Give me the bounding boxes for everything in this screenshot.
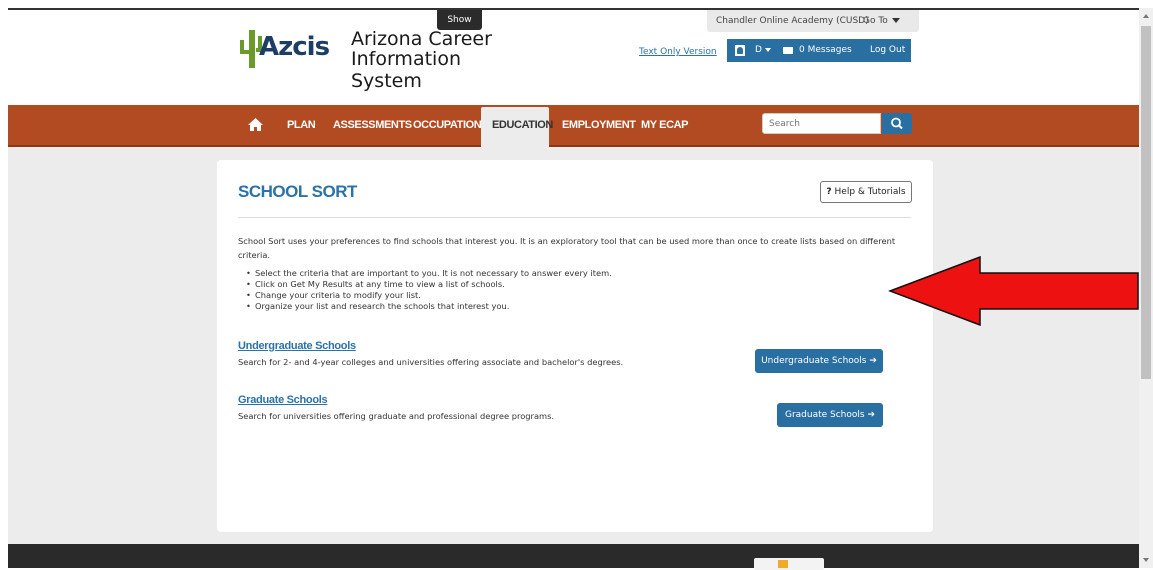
envelope-icon[interactable] bbox=[783, 47, 793, 54]
nav-my-ecap[interactable]: MY ECAP bbox=[641, 119, 689, 131]
user-icon[interactable] bbox=[735, 45, 745, 56]
search-input[interactable] bbox=[762, 113, 881, 134]
instructions-list: Select the criteria that are important t… bbox=[246, 268, 612, 312]
question-icon: ? bbox=[826, 187, 832, 197]
graduate-description: Search for universities offering graduat… bbox=[238, 411, 555, 421]
azcis-logo[interactable]: Azcis Arizona Career Information System bbox=[234, 24, 534, 92]
search-icon bbox=[891, 117, 903, 130]
nav-assessments[interactable]: ASSESSMENTS bbox=[333, 119, 412, 131]
text-only-link[interactable]: Text Only Version bbox=[639, 47, 717, 57]
site-title-line2: Information System bbox=[351, 48, 461, 92]
page-title: SCHOOL SORT bbox=[238, 182, 357, 201]
nav-education-label: EDUCATION bbox=[492, 119, 553, 131]
list-item: Change your criteria to modify your list… bbox=[246, 290, 612, 301]
divider bbox=[238, 217, 911, 218]
search-button[interactable] bbox=[882, 113, 912, 134]
footer-badge bbox=[754, 558, 824, 570]
home-icon[interactable] bbox=[248, 118, 263, 131]
graduate-button[interactable]: Graduate Schools ➔ bbox=[777, 403, 883, 427]
arrow-right-icon: ➔ bbox=[869, 356, 877, 366]
undergrad-description: Search for 2- and 4-year colleges and un… bbox=[238, 357, 624, 367]
scrollbar[interactable] bbox=[1139, 8, 1153, 568]
caret-down-icon bbox=[891, 18, 900, 23]
undergrad-link[interactable]: Undergraduate Schools bbox=[238, 340, 356, 352]
red-arrow-annotation bbox=[888, 256, 1139, 326]
nav-plan[interactable]: PLAN bbox=[287, 119, 316, 131]
logout-button[interactable]: Log Out bbox=[870, 45, 905, 55]
undergrad-button-label: Undergraduate Schools bbox=[761, 356, 867, 366]
scroll-up-icon[interactable] bbox=[1143, 14, 1149, 18]
arrow-right-icon: ➔ bbox=[867, 410, 876, 420]
intro-text: School Sort uses your preferences to fin… bbox=[238, 236, 896, 260]
goto-label: Go To bbox=[863, 16, 888, 26]
main-nav: PLAN ASSESSMENTS OCCUPATIONS EDUCATION E… bbox=[8, 105, 1139, 147]
org-selector[interactable]: Chandler Online Academy (CUSD) Go To bbox=[707, 10, 919, 32]
list-item: Click on Get My Results at any time to v… bbox=[246, 279, 612, 290]
graduate-link[interactable]: Graduate Schools bbox=[238, 394, 328, 406]
graduate-button-label: Graduate Schools bbox=[784, 410, 865, 420]
list-item: Select the criteria that are important t… bbox=[246, 268, 612, 279]
list-item: Organize your list and research the scho… bbox=[246, 301, 612, 312]
nav-education[interactable]: EDUCATION bbox=[481, 107, 553, 147]
help-label: Help & Tutorials bbox=[834, 187, 906, 197]
logo-text: Azcis bbox=[259, 32, 330, 62]
scroll-down-icon[interactable] bbox=[1143, 558, 1149, 562]
goto-dropdown[interactable]: Go To bbox=[863, 10, 900, 32]
help-button[interactable]: ? Help & Tutorials bbox=[820, 181, 912, 203]
nav-occupations[interactable]: OCCUPATIONS bbox=[413, 119, 489, 131]
undergrad-button[interactable]: Undergraduate Schools ➔ bbox=[755, 349, 883, 373]
messages-link[interactable]: 0 Messages bbox=[799, 45, 852, 55]
school-sort-card: SCHOOL SORT ? Help & Tutorials School So… bbox=[217, 160, 933, 532]
caret-down-icon[interactable] bbox=[765, 48, 771, 52]
site-footer bbox=[8, 544, 1139, 570]
org-name: Chandler Online Academy (CUSD) bbox=[716, 16, 869, 26]
site-title-line1: Arizona Career bbox=[351, 28, 492, 50]
user-toolbar: D 0 Messages Log Out bbox=[727, 39, 911, 62]
user-menu[interactable]: D bbox=[755, 45, 762, 55]
site-header: Show Chandler Online Academy (CUSD) Go T… bbox=[8, 10, 1139, 105]
scrollbar-thumb[interactable] bbox=[1141, 26, 1151, 379]
search-box bbox=[762, 113, 912, 134]
nav-employment[interactable]: EMPLOYMENT bbox=[562, 119, 636, 131]
